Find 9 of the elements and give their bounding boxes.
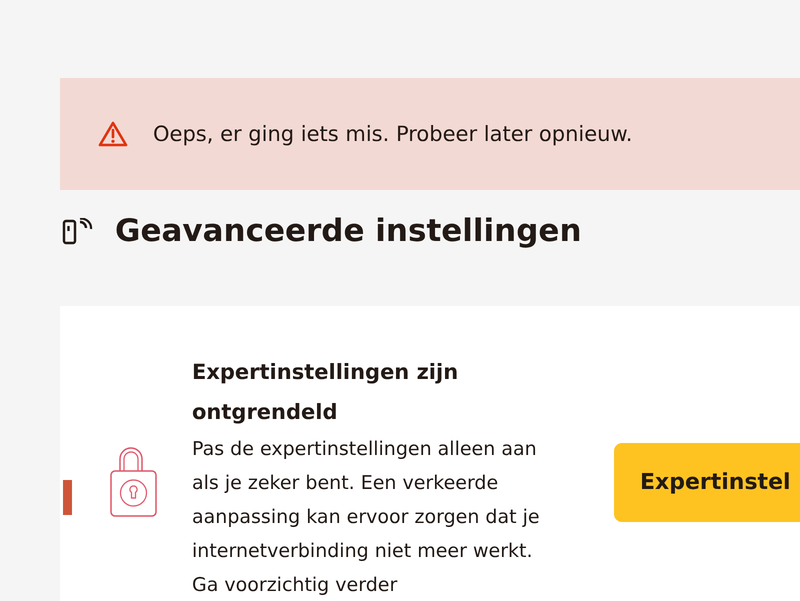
card-description: Pas de expertinstellingen alleen aan als je zeker bent. Een verkeerde aanpassing kan ervoor zorgen dat je internetverbinding niet meer werkt. Ga voorzichtig verder bbox=[192, 437, 541, 598]
device-signal-icon bbox=[62, 218, 93, 244]
unlocked-padlock-icon bbox=[110, 445, 158, 519]
section-title: Geavanceerde instellingen bbox=[115, 213, 582, 249]
card-title: Expertinstellingen zijn ontgrendeld bbox=[192, 359, 460, 426]
warning-icon bbox=[98, 120, 128, 148]
expert-settings-button[interactable]: Expertinstel bbox=[614, 443, 800, 522]
accent-bar bbox=[63, 480, 72, 515]
error-message: Oeps, er ging iets mis. Probeer later opnieuw. bbox=[153, 122, 632, 146]
